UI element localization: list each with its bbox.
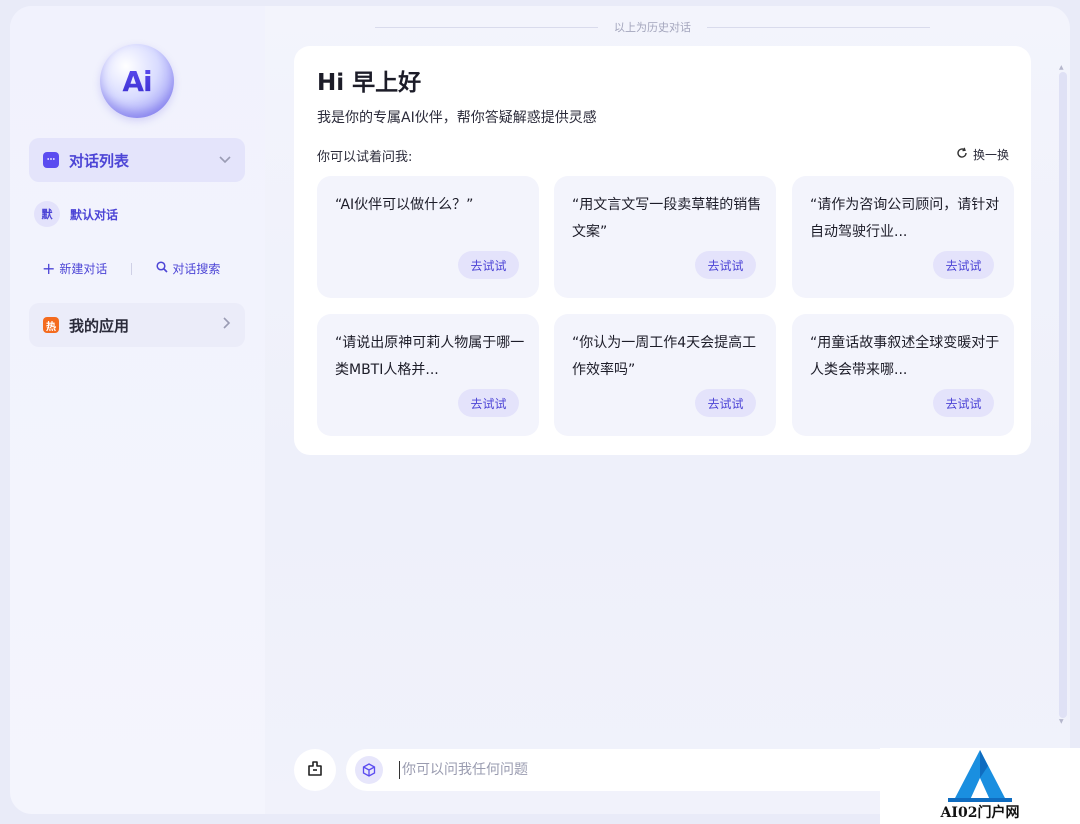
- prompt-card[interactable]: “AI伙伴可以做什么？” 去试试: [317, 176, 539, 298]
- greeting: Hi 早上好: [317, 70, 422, 96]
- history-divider-text: 以上为历史对话: [614, 21, 691, 34]
- try-button[interactable]: 去试试: [933, 251, 994, 279]
- my-apps-label: 我的应用: [69, 316, 130, 335]
- prompt-text: “AI伙伴可以做什么？”: [335, 197, 474, 213]
- chat-bubble-icon: [43, 152, 59, 168]
- refresh-button[interactable]: 换一换: [956, 146, 1009, 163]
- sidebar-actions: + 新建对话 对话搜索: [42, 260, 242, 277]
- try-label: 你可以试着问我:: [317, 150, 413, 165]
- app-window: Ai 对话列表 默 默认对话 + 新建对话 对话搜索 热 我的应用 以上为历史对…: [10, 6, 1070, 814]
- try-button[interactable]: 去试试: [695, 251, 756, 279]
- prompt-card[interactable]: “你认为一周工作4天会提高工作效率吗” 去试试: [554, 314, 776, 436]
- try-button[interactable]: 去试试: [695, 389, 756, 417]
- prompt-card[interactable]: “请作为咨询公司顾问，请针对自动驾驶行业... 去试试: [792, 176, 1014, 298]
- hot-badge-icon: 热: [43, 317, 59, 333]
- divider-line-right: [707, 26, 930, 28]
- conversation-item-default[interactable]: 默 默认对话: [34, 201, 118, 227]
- logo-text: Ai: [122, 64, 152, 98]
- toolbox-button[interactable]: [294, 749, 336, 791]
- sidebar: Ai 对话列表 默 默认对话 + 新建对话 对话搜索 热 我的应用: [10, 6, 265, 814]
- welcome-card: Hi 早上好 我是你的专属AI伙伴，帮你答疑解惑提供灵感 你可以试着问我: 换一…: [294, 46, 1031, 455]
- history-divider: 以上为历史对话: [375, 17, 930, 37]
- scroll-up-arrow[interactable]: ▲: [1059, 64, 1064, 71]
- conversation-avatar: 默: [34, 201, 60, 227]
- try-button[interactable]: 去试试: [458, 389, 519, 417]
- conversation-list-label: 对话列表: [69, 151, 130, 170]
- site-badge: AI02门户网: [880, 748, 1080, 824]
- conversation-name: 默认对话: [70, 207, 119, 222]
- text-caret: [399, 761, 400, 779]
- my-apps-item[interactable]: 热 我的应用: [29, 303, 245, 347]
- cube-icon[interactable]: [355, 756, 383, 784]
- refresh-label: 换一换: [972, 148, 1009, 162]
- conversation-list-toggle[interactable]: 对话列表: [29, 138, 245, 182]
- prompt-text: “用文言文写一段卖草鞋的销售文案”: [572, 197, 762, 240]
- try-button[interactable]: 去试试: [458, 251, 519, 279]
- prompt-text: “用童话故事叙述全球变暖对于人类会带来哪...: [810, 335, 1000, 378]
- chevron-down-icon: [219, 153, 231, 168]
- divider: [131, 262, 133, 275]
- prompt-text: “你认为一周工作4天会提高工作效率吗”: [572, 335, 757, 378]
- prompt-text: “请作为咨询公司顾问，请针对自动驾驶行业...: [810, 197, 1000, 240]
- site-badge-text: AI02门户网: [940, 805, 1020, 821]
- prompt-card[interactable]: “用文言文写一段卖草鞋的销售文案” 去试试: [554, 176, 776, 298]
- intro-text: 我是你的专属AI伙伴，帮你答疑解惑提供灵感: [317, 110, 597, 126]
- prompt-card[interactable]: “用童话故事叙述全球变暖对于人类会带来哪... 去试试: [792, 314, 1014, 436]
- scrollbar-thumb[interactable]: [1059, 72, 1067, 718]
- search-icon: [156, 261, 168, 276]
- prompt-text: “请说出原神可莉人物属于哪一类MBTI人格并...: [335, 335, 525, 378]
- new-chat-button[interactable]: + 新建对话: [42, 260, 107, 277]
- new-chat-label: 新建对话: [59, 262, 108, 276]
- scroll-down-arrow[interactable]: ▼: [1059, 718, 1064, 725]
- search-chat-label: 对话搜索: [172, 262, 221, 276]
- chevron-right-icon: [223, 317, 231, 333]
- toolbox-icon: [306, 759, 324, 781]
- prompt-card[interactable]: “请说出原神可莉人物属于哪一类MBTI人格并... 去试试: [317, 314, 539, 436]
- try-button[interactable]: 去试试: [933, 389, 994, 417]
- site-logo-icon: [948, 750, 1012, 802]
- search-chat-button[interactable]: 对话搜索: [156, 260, 220, 277]
- plus-icon: +: [42, 258, 56, 278]
- app-logo: Ai: [100, 44, 174, 118]
- divider-line-left: [375, 26, 598, 28]
- refresh-icon: [956, 147, 968, 163]
